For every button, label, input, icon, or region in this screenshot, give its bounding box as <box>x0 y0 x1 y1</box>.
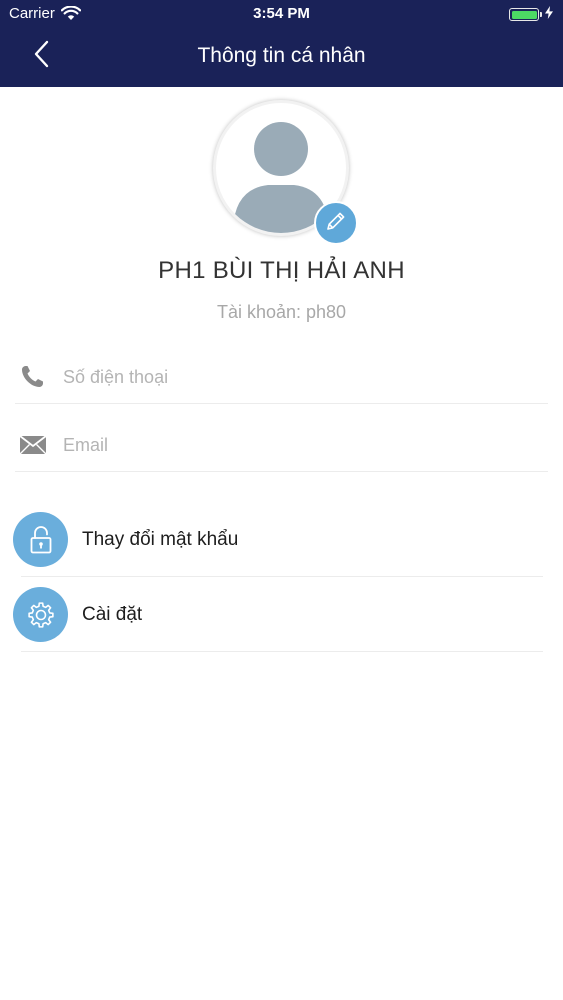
phone-field-row <box>15 351 548 404</box>
change-password-menu-item[interactable]: Thay đổi mật khẩu <box>13 502 543 577</box>
battery-icon <box>509 8 539 21</box>
app-header: Carrier 3:54 PM Thông tin cá nhân <box>0 0 563 87</box>
phone-input[interactable] <box>61 365 505 389</box>
menu-divider <box>21 651 543 652</box>
gear-icon <box>13 587 68 642</box>
charging-bolt-icon <box>545 6 553 23</box>
battery-tip <box>540 12 542 17</box>
lock-open-icon <box>13 512 68 567</box>
phone-icon <box>19 364 55 390</box>
gear-outline <box>27 601 54 628</box>
page-title: Thông tin cá nhân <box>197 44 366 67</box>
status-bar: Carrier 3:54 PM <box>0 0 563 30</box>
battery-fill <box>511 10 537 19</box>
profile-name: PH1 BÙI THỊ HẢI ANH <box>158 257 405 284</box>
edit-avatar-button[interactable] <box>314 201 358 245</box>
status-time: 3:54 PM <box>253 5 310 22</box>
account-username: Tài khoản: ph80 <box>216 302 347 322</box>
battery-indicator <box>509 6 553 23</box>
settings-menu-item[interactable]: Cài đặt <box>13 577 543 652</box>
change-password-label: Thay đổi mật khẩu <box>82 528 239 550</box>
mail-icon <box>19 435 55 455</box>
avatar-container <box>213 100 358 245</box>
settings-label: Cài đặt <box>82 603 143 625</box>
pencil-icon <box>324 209 348 238</box>
email-field-row <box>15 419 548 472</box>
email-input[interactable] <box>61 433 505 457</box>
